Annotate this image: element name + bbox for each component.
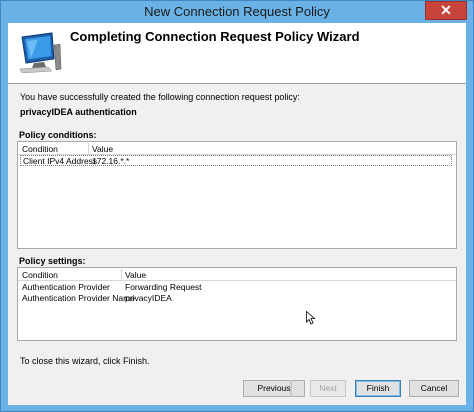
conditions-column-value[interactable]: Value [92, 144, 113, 154]
policy-name: privacyIDEA authentication [20, 107, 137, 117]
row-condition: Client IPv4 Address [23, 156, 98, 166]
settings-row-value[interactable]: Forwarding Request [125, 282, 202, 292]
row-value: 172.16.*.* [92, 156, 130, 166]
button-bar: Previous Next Finish Cancel [8, 369, 466, 405]
table-row[interactable]: Client IPv4 Address 172.16.*.* [20, 155, 452, 166]
wizard-header: Completing Connection Request Policy Wiz… [8, 23, 466, 84]
finish-button[interactable]: Finish [355, 380, 401, 397]
wizard-client-area: Completing Connection Request Policy Wiz… [8, 23, 466, 405]
cancel-button[interactable]: Cancel [409, 380, 459, 397]
settings-row-condition[interactable]: Authentication Provider Name [22, 293, 135, 303]
policy-settings-list[interactable]: Condition Value Authentication Provider … [17, 267, 457, 341]
policy-settings-label: Policy settings: [19, 256, 86, 266]
policy-conditions-list[interactable]: Condition Value Client IPv4 Address 172.… [17, 141, 457, 249]
settings-row-value[interactable]: privacyIDEA [125, 293, 172, 303]
close-button[interactable]: ✕ [425, 1, 467, 20]
mouse-cursor-icon [306, 311, 316, 325]
footer-text: To close this wizard, click Finish. [20, 356, 150, 366]
policy-conditions-label: Policy conditions: [19, 130, 97, 140]
next-button[interactable]: Next [310, 380, 346, 397]
wizard-window: New Connection Request Policy ✕ Completi… [0, 0, 474, 412]
wizard-title: Completing Connection Request Policy Wiz… [70, 29, 360, 44]
conditions-column-condition[interactable]: Condition [22, 144, 58, 154]
settings-column-condition[interactable]: Condition [22, 270, 58, 280]
settings-column-value[interactable]: Value [125, 270, 146, 280]
conditions-column-divider[interactable] [88, 143, 89, 154]
title-bar[interactable]: New Connection Request Policy ✕ [1, 1, 473, 23]
window-title: New Connection Request Policy [144, 4, 330, 19]
settings-column-divider[interactable] [121, 269, 122, 280]
previous-button[interactable]: Previous [243, 380, 305, 397]
computer-monitor-icon [19, 32, 62, 73]
settings-row-condition[interactable]: Authentication Provider [22, 282, 110, 292]
intro-text: You have successfully created the follow… [20, 92, 300, 102]
settings-header-line [18, 280, 456, 281]
